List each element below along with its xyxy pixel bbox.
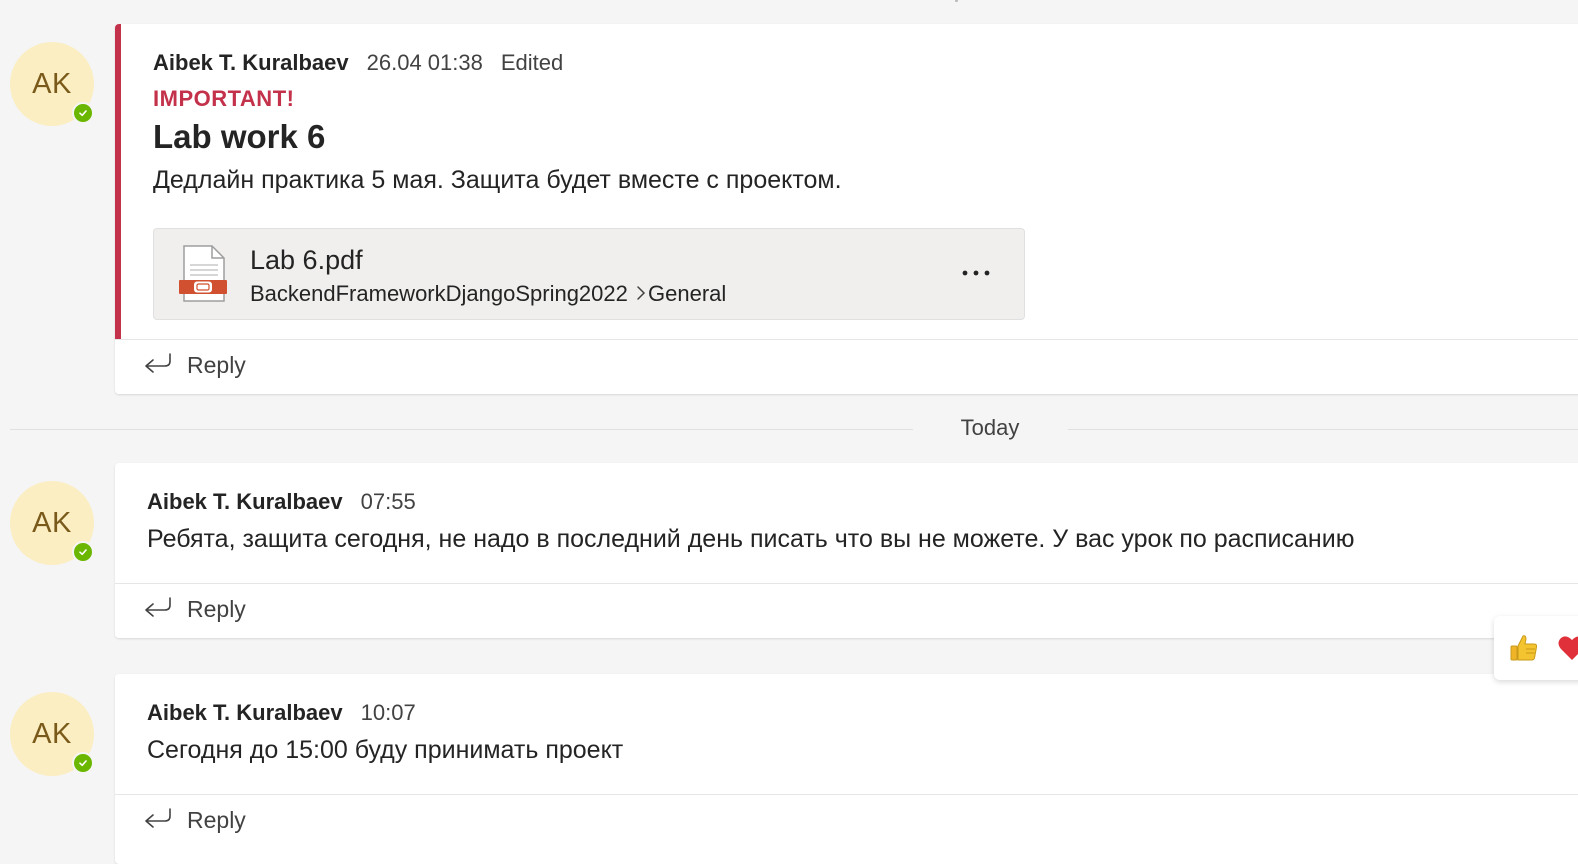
attachment-channel: General: [648, 281, 727, 306]
attachment-team: BackendFrameworkDjangoSpring2022: [250, 281, 628, 306]
thumbs-up-icon[interactable]: [1504, 628, 1544, 668]
reply-label: Reply: [187, 807, 246, 833]
message-header: Aibek T. Kuralbaev 26.04 01:38 Edited: [153, 50, 563, 76]
reaction-bar: [1494, 616, 1578, 680]
message-text: Дедлайн практика 5 мая. Защита будет вме…: [153, 166, 842, 194]
chevron-right-icon: [636, 282, 646, 308]
author-name[interactable]: Aibek T. Kuralbaev: [147, 489, 343, 514]
attachment-location: BackendFrameworkDjangoSpring2022 General: [250, 281, 726, 308]
reply-icon: [143, 352, 173, 379]
message-text: Сегодня до 15:00 буду принимать проект: [147, 736, 624, 764]
scroll-indicator: [955, 0, 958, 2]
attachment-file-name[interactable]: Lab 6.pdf: [250, 245, 363, 276]
reply-label: Reply: [187, 352, 246, 378]
presence-available-icon: [72, 102, 94, 124]
divider: [10, 429, 913, 430]
edited-label: Edited: [500, 50, 564, 75]
presence-available-icon: [72, 541, 94, 563]
message-header: Aibek T. Kuralbaev 10:07: [147, 700, 416, 726]
pdf-file-icon: [178, 245, 230, 308]
more-options-button[interactable]: [956, 255, 996, 291]
message-subject: Lab work 6: [153, 118, 326, 155]
author-name[interactable]: Aibek T. Kuralbaev: [147, 700, 343, 725]
date-separator-label: Today: [960, 415, 1020, 440]
reply-icon: [143, 596, 173, 623]
message-card: Aibek T. Kuralbaev 26.04 01:38 Edited IMPO…: [115, 24, 1578, 394]
author-name[interactable]: Aibek T. Kuralbaev: [153, 50, 349, 75]
reply-bar: Reply: [115, 794, 1578, 849]
timestamp: 26.04 01:38: [366, 50, 483, 75]
divider: [1068, 429, 1578, 430]
important-label: IMPORTANT!: [153, 86, 295, 111]
file-attachment[interactable]: Lab 6.pdf BackendFrameworkDjangoSpring20…: [153, 228, 1025, 320]
reply-bar: Reply: [115, 339, 1578, 394]
reply-icon: [143, 807, 173, 834]
reply-label: Reply: [187, 596, 246, 622]
reply-button[interactable]: Reply: [143, 352, 246, 379]
message-header: Aibek T. Kuralbaev 07:55: [147, 489, 416, 515]
date-separator: Today: [10, 414, 1578, 444]
presence-available-icon: [72, 752, 94, 774]
timestamp: 07:55: [360, 489, 416, 514]
reply-button[interactable]: Reply: [143, 807, 246, 834]
timestamp: 10:07: [360, 700, 416, 725]
message-text: Ребята, защита сегодня, не надо в послед…: [147, 525, 1355, 553]
heart-icon[interactable]: [1552, 628, 1578, 668]
message-card: Aibek T. Kuralbaev 07:55 Ребята, защита с…: [115, 463, 1578, 638]
reply-bar: Reply: [115, 583, 1578, 638]
message-card: Aibek T. Kuralbaev 10:07 Сегодня до 15:00…: [115, 674, 1578, 864]
reply-button[interactable]: Reply: [143, 596, 246, 623]
